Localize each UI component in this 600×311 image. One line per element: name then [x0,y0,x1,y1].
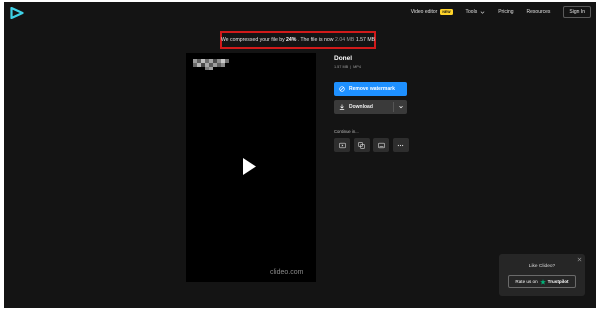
no-watermark-icon [339,86,345,92]
trustpilot-label: Trustpilot [547,279,569,284]
nav-resources-label: Resources [526,9,551,15]
nav-resources[interactable]: Resources [527,9,551,15]
top-navigation: Video editor NEW Tools Pricing Resources… [4,2,596,22]
video-editor-icon [338,142,346,148]
trustpilot-rate-button[interactable]: Rate us on Trustpilot [508,275,576,288]
close-icon[interactable] [577,257,582,262]
chevron-down-icon [480,10,485,14]
file-format: MP4 [353,65,361,69]
download-button[interactable]: Download [334,100,407,114]
compression-notice: We compressed your file by 24% . The fil… [220,31,376,49]
notice-old-size: 2.04 MB [335,37,355,43]
notice-middle: . The file is now [297,37,334,43]
subtitles-icon [377,142,385,148]
merge-icon [358,141,365,149]
nav-tools[interactable]: Tools [466,9,486,15]
sign-in-button[interactable]: Sign In [563,6,591,18]
video-preview[interactable]: clideo.com [186,53,316,282]
download-label: Download [349,104,373,110]
merge-tool-button[interactable] [353,138,370,152]
more-icon [397,144,404,146]
continue-in-label: Continue in... [334,129,359,134]
meta-separator: | [350,65,352,69]
nav-menu: Video editor NEW Tools Pricing Resources… [411,6,591,18]
notice-prefix: We compressed your file by [220,37,285,43]
blurred-overlay [193,59,229,70]
notice-percent: 24% [285,37,297,43]
nav-video-editor[interactable]: Video editor NEW [411,9,453,15]
new-badge: NEW [440,9,453,15]
more-tools-button[interactable] [392,138,409,152]
rating-title: Like Clideo? [528,264,556,269]
video-editor-tool-button[interactable] [334,138,350,152]
play-icon[interactable] [242,157,257,176]
file-name: Donel [334,55,353,62]
app-window: Video editor NEW Tools Pricing Resources… [4,2,596,308]
rating-popup: Like Clideo? Rate us on Trustpilot [499,254,585,296]
chevron-down-icon[interactable] [398,104,404,110]
clideo-logo-icon[interactable] [10,7,24,19]
continue-tools [334,138,412,152]
remove-watermark-label: Remove watermark [349,86,395,92]
clideo-watermark: clideo.com [270,269,304,276]
subtitles-tool-button[interactable] [373,138,389,152]
star-icon [539,278,546,285]
file-meta: 1.57 MB | MP4 [334,65,361,69]
notice-new-size: 1.57 MB [355,37,376,43]
file-size: 1.57 MB [334,65,349,69]
download-divider [393,102,394,112]
rate-prefix: Rate us on [515,279,538,284]
nav-video-editor-label: Video editor [410,9,438,15]
nav-tools-label: Tools [465,9,478,15]
nav-pricing[interactable]: Pricing [498,9,513,15]
remove-watermark-button[interactable]: Remove watermark [334,82,407,96]
download-icon [339,104,345,110]
nav-pricing-label: Pricing [498,9,514,15]
